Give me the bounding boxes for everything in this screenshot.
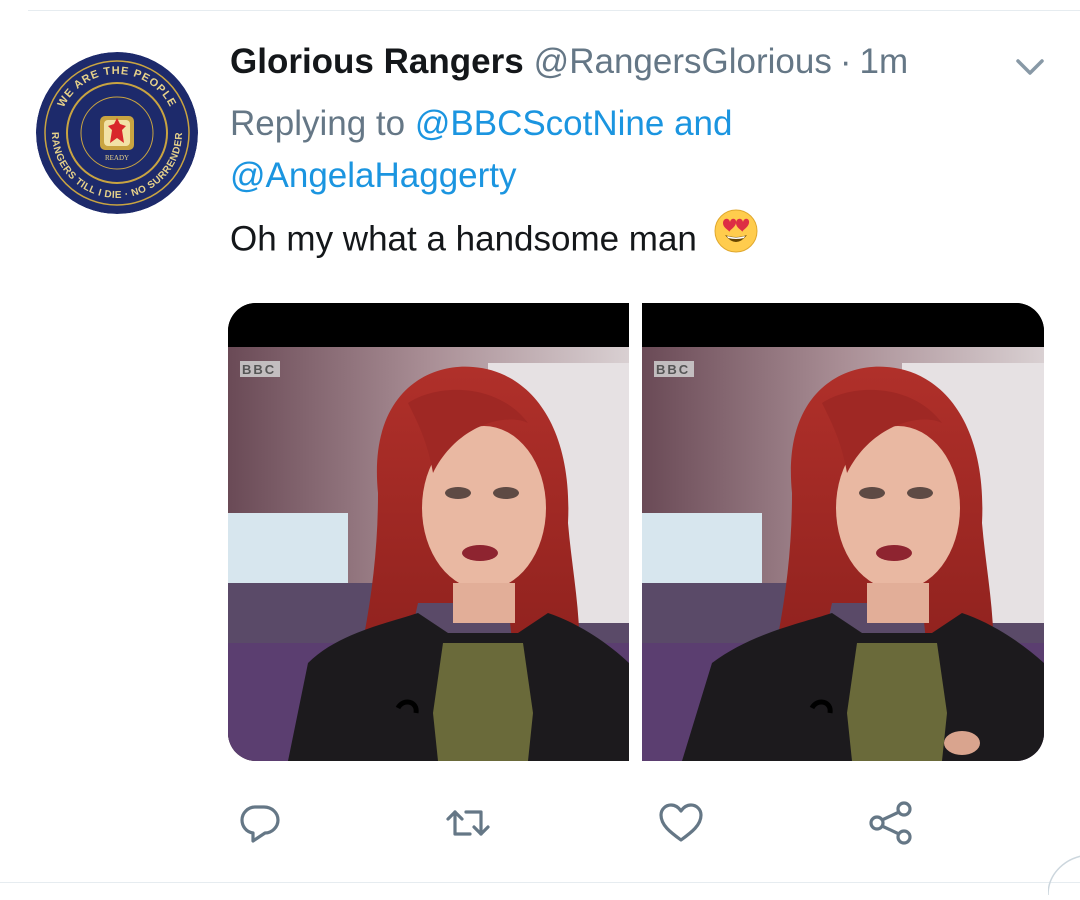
tweet-text: Oh my what a handsome man <box>230 209 759 268</box>
timestamp[interactable]: 1m <box>859 42 908 81</box>
media-grid[interactable]: BBC BBC <box>228 303 1044 761</box>
svg-text:READY: READY <box>105 154 129 162</box>
top-divider <box>28 10 1080 11</box>
heart-icon <box>659 803 703 842</box>
bottom-divider <box>0 882 1080 883</box>
tweet-body: Oh my what a handsome man <box>230 219 697 259</box>
reply-button[interactable] <box>235 798 285 848</box>
bbc-watermark: BBC <box>656 362 690 377</box>
avatar[interactable]: WE ARE THE PEOPLE RANGERS TILL I DIE · N… <box>36 52 198 214</box>
retweet-icon <box>446 810 490 836</box>
share-button[interactable] <box>866 798 916 848</box>
compose-fab-edge <box>1047 855 1080 896</box>
retweet-button[interactable] <box>443 798 493 848</box>
mention-link[interactable]: @BBCScotNine <box>415 104 665 143</box>
separator-dot: · <box>839 42 852 81</box>
mention-joiner[interactable]: and <box>674 104 732 143</box>
chevron-down-icon[interactable] <box>1013 54 1047 80</box>
replying-prefix: Replying to <box>230 104 406 143</box>
replying-to: Replying to @BBCScotNine and @AngelaHagg… <box>230 98 990 202</box>
media-photo[interactable]: BBC <box>642 303 1044 761</box>
tweet-actions <box>0 790 1080 860</box>
heart-eyes-emoji-icon <box>713 208 759 268</box>
bbc-watermark: BBC <box>242 362 276 377</box>
reply-icon <box>240 805 280 843</box>
media-divider <box>629 303 642 761</box>
mention-link[interactable]: @AngelaHaggerty <box>230 156 517 195</box>
display-name[interactable]: Glorious Rangers <box>230 42 524 81</box>
share-icon <box>869 801 912 845</box>
user-handle[interactable]: @RangersGlorious <box>534 42 832 81</box>
crest-logo: WE ARE THE PEOPLE RANGERS TILL I DIE · N… <box>36 52 198 214</box>
media-photo[interactable]: BBC <box>228 303 629 761</box>
like-button[interactable] <box>656 798 706 848</box>
tweet-header: Glorious Rangers @RangersGlorious · 1m <box>230 42 1030 88</box>
